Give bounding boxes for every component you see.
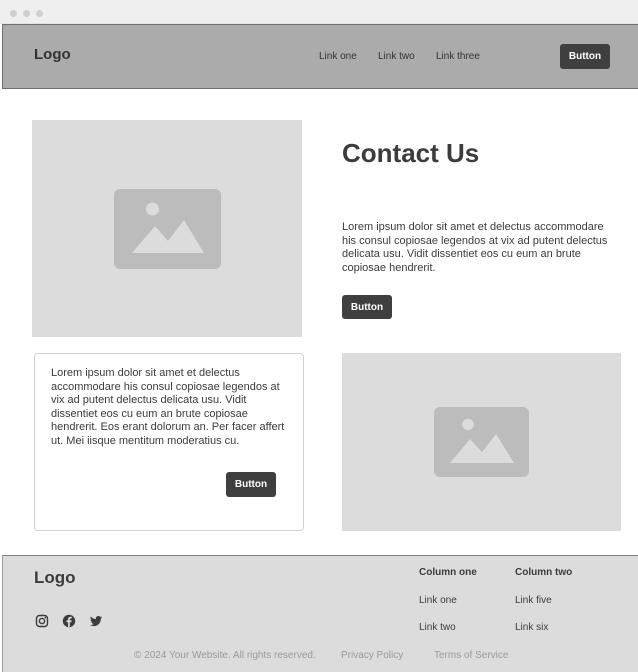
- footer-logo[interactable]: Logo: [34, 568, 76, 588]
- copyright-text: © 2024 Your Website. All rights reserved…: [134, 650, 316, 661]
- footer: Logo Column one Link one Link two Column…: [2, 555, 638, 672]
- header-button[interactable]: Button: [560, 44, 610, 69]
- instagram-icon[interactable]: [35, 614, 49, 628]
- browser-chrome: [0, 0, 638, 24]
- card-button[interactable]: Button: [226, 472, 276, 497]
- nav-link-two[interactable]: Link two: [378, 51, 415, 62]
- twitter-icon[interactable]: [89, 614, 103, 628]
- facebook-icon[interactable]: [62, 614, 76, 628]
- navbar: Logo Link one Link two Link three Button: [2, 24, 638, 89]
- footer-link-one[interactable]: Link one: [419, 595, 457, 606]
- card-description: Lorem ipsum dolor sit amet et delectus a…: [51, 367, 285, 447]
- image-placeholder-icon: [114, 189, 221, 269]
- secondary-image: [342, 353, 621, 531]
- window-dot: [36, 10, 43, 17]
- content-card: Lorem ipsum dolor sit amet et delectus a…: [34, 353, 304, 531]
- footer-column-one-title: Column one: [419, 567, 477, 578]
- header-logo[interactable]: Logo: [34, 46, 71, 63]
- footer-link-two[interactable]: Link two: [419, 622, 456, 633]
- window-dot: [10, 10, 17, 17]
- hero-button[interactable]: Button: [342, 295, 392, 319]
- footer-link-five[interactable]: Link five: [515, 595, 552, 606]
- footer-column-two-title: Column two: [515, 567, 573, 578]
- nav-link-one[interactable]: Link one: [319, 51, 357, 62]
- hero-description: Lorem ipsum dolor sit amet et delectus a…: [342, 221, 608, 274]
- privacy-policy-link[interactable]: Privacy Policy: [341, 650, 403, 661]
- image-placeholder-glyph: [132, 202, 204, 253]
- terms-of-service-link[interactable]: Terms of Service: [434, 650, 508, 661]
- image-placeholder-icon: [434, 407, 529, 477]
- hero-image: [32, 120, 302, 337]
- window-dot: [23, 10, 30, 17]
- page-title: Contact Us: [342, 138, 480, 168]
- nav-link-three[interactable]: Link three: [436, 51, 480, 62]
- image-placeholder-glyph: [450, 418, 514, 463]
- footer-link-six[interactable]: Link six: [515, 622, 548, 633]
